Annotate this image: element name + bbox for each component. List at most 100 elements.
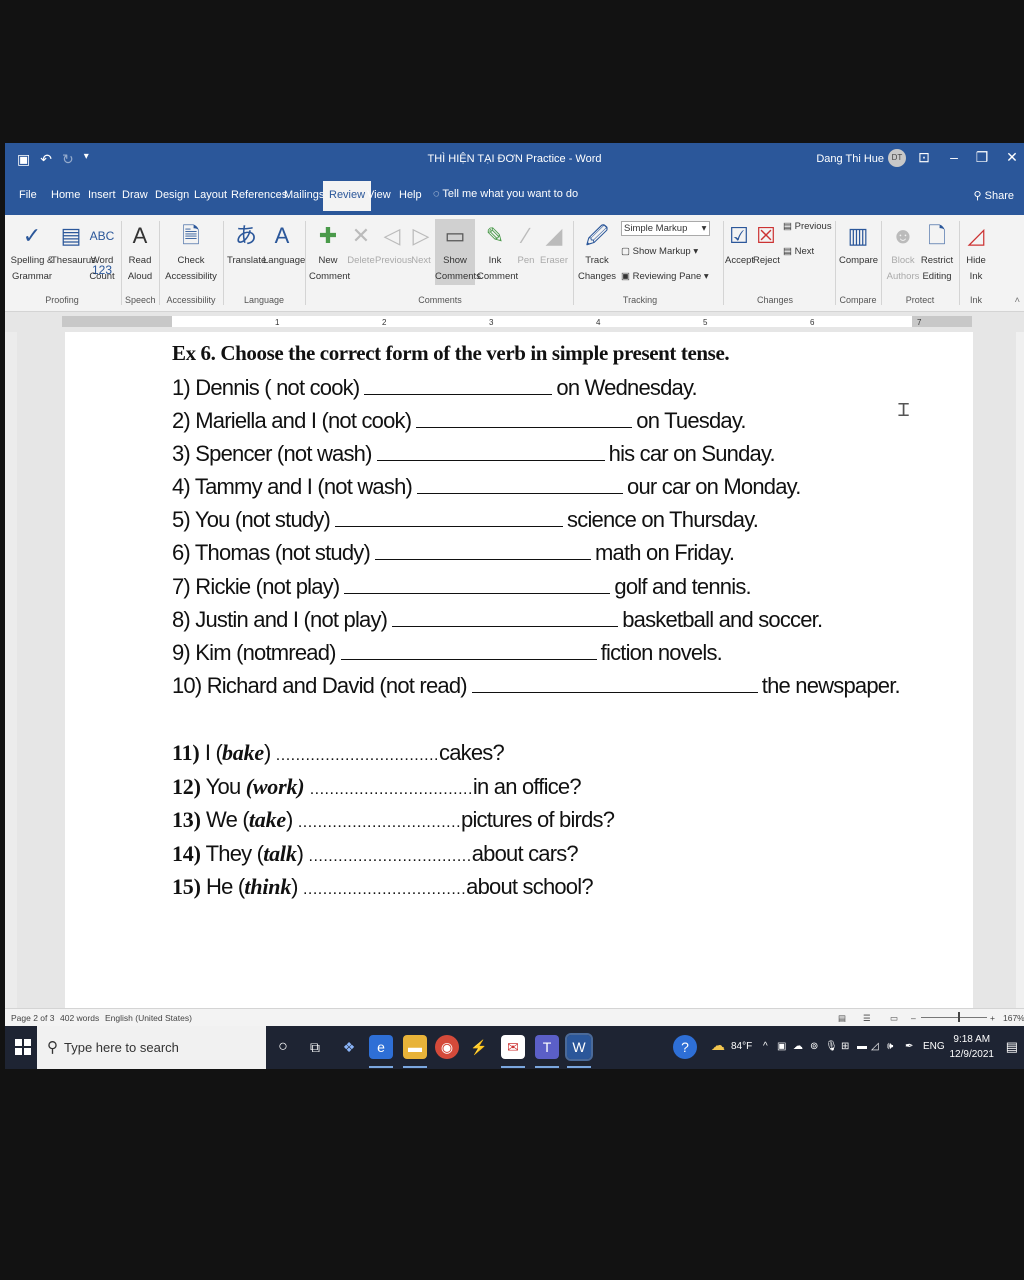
reviewing-pane-button[interactable]: ▣ Reviewing Pane ▾ <box>621 271 709 282</box>
ribbon-display-options-icon[interactable]: ⊡ <box>914 149 934 166</box>
pen-button[interactable]: ∕ Pen <box>515 219 537 269</box>
word-taskbar-icon[interactable]: W <box>565 1033 593 1061</box>
tab-insert[interactable]: Insert <box>88 189 116 201</box>
answer-blank[interactable] <box>375 539 591 561</box>
eraser-button[interactable]: ◢ Eraser <box>539 219 569 269</box>
reject-button[interactable]: ☒ Reject <box>753 219 780 269</box>
tell-me-search[interactable]: ◌ Tell me what you want to do <box>433 188 578 200</box>
weather-temperature[interactable]: 84°F <box>731 1041 752 1052</box>
tab-design[interactable]: Design <box>155 189 189 201</box>
answer-dots[interactable]: ................................. <box>309 848 472 865</box>
tab-review[interactable]: Review <box>323 181 372 211</box>
horizontal-ruler[interactable]: 1 2 3 4 5 6 7 <box>5 312 1024 332</box>
document-body[interactable]: Ex 6. Choose the correct form of the ver… <box>172 338 901 904</box>
zoom-in-icon[interactable]: + <box>990 1013 995 1023</box>
input-language[interactable]: ENG <box>923 1041 945 1052</box>
taskbar-search-box[interactable]: ⚲ Type here to search <box>37 1026 266 1069</box>
print-layout-icon[interactable]: ☰ <box>863 1013 871 1024</box>
answer-blank[interactable] <box>364 374 553 395</box>
collapse-ribbon-icon[interactable]: ˄ <box>1014 295 1020 306</box>
help-icon[interactable]: ? <box>673 1035 697 1059</box>
tab-file[interactable]: File <box>19 189 37 201</box>
answer-blank[interactable] <box>335 506 564 528</box>
microphone-icon[interactable]: 🎙 <box>825 1041 838 1052</box>
tab-draw[interactable]: Draw <box>122 189 148 201</box>
answer-blank[interactable] <box>340 639 597 660</box>
chrome-icon[interactable]: ◉ <box>435 1035 459 1059</box>
notifications-icon[interactable]: ▤ <box>1006 1039 1018 1055</box>
answer-blank[interactable] <box>471 672 758 693</box>
previous-change-button[interactable]: ▤ Previous <box>783 221 832 232</box>
language-button[interactable]: A Language <box>263 219 305 269</box>
read-aloud-button[interactable]: A Read Aloud <box>125 219 155 285</box>
show-comments-button[interactable]: ▭ Show Comments <box>435 219 481 285</box>
answer-blank[interactable] <box>376 440 605 462</box>
tab-home[interactable]: Home <box>51 189 80 201</box>
tray-app-icon[interactable]: ▣ <box>777 1041 786 1052</box>
zoom-slider[interactable] <box>921 1017 987 1018</box>
translate-button[interactable]: あ Translate <box>227 219 266 269</box>
volume-icon[interactable]: 🕪 <box>887 1041 893 1052</box>
file-explorer-icon[interactable]: ▬ <box>403 1035 427 1059</box>
answer-dots[interactable]: ................................. <box>298 814 461 831</box>
language-indicator[interactable]: English (United States) <box>105 1013 192 1023</box>
network-icon[interactable]: ◿ <box>871 1041 879 1052</box>
close-icon[interactable]: ✕ <box>1002 149 1022 166</box>
zoom-slider-thumb[interactable] <box>958 1012 960 1022</box>
task-view-icon[interactable]: ⧉ <box>303 1035 327 1059</box>
cloud-icon[interactable]: ☁ <box>793 1041 803 1052</box>
word-count-button[interactable]: ABC 123 Word Count <box>89 219 115 285</box>
answer-blank[interactable] <box>417 473 624 495</box>
tab-layout[interactable]: Layout <box>194 189 227 201</box>
check-accessibility-button[interactable]: 🗎 Check Accessibility <box>163 219 219 285</box>
tab-help[interactable]: Help <box>399 189 422 201</box>
teams-icon[interactable]: T <box>535 1035 559 1059</box>
answer-dots[interactable]: ................................. <box>310 781 473 798</box>
tray-ink-icon[interactable]: ⊚ <box>810 1041 818 1052</box>
share-button[interactable]: ⚲ Share <box>974 189 1014 202</box>
tab-view[interactable]: View <box>367 189 391 201</box>
edge-icon[interactable]: e <box>369 1035 393 1059</box>
accept-button[interactable]: ☑ Accept <box>725 219 754 269</box>
battery-icon[interactable]: ▬ <box>857 1041 867 1052</box>
dropbox-icon[interactable]: ❖ <box>337 1035 361 1059</box>
thesaurus-button[interactable]: ▤ Thesaurus <box>51 219 96 269</box>
tab-references[interactable]: References <box>231 189 287 201</box>
app-bolt-icon[interactable]: ⚡ <box>467 1035 491 1059</box>
web-layout-icon[interactable]: ▭ <box>890 1013 898 1024</box>
windows-start-icon[interactable] <box>15 1039 31 1055</box>
track-changes-button[interactable]: 🖉 Track Changes <box>577 219 617 285</box>
ink-comment-button[interactable]: ✎ Ink Comment <box>477 219 518 285</box>
compare-button[interactable]: ▥ Compare <box>839 219 878 269</box>
markup-select[interactable]: Simple Markup ▾ <box>621 221 711 236</box>
word-count-indicator[interactable]: 402 words <box>60 1013 99 1023</box>
minimize-icon[interactable]: – <box>944 149 964 165</box>
tab-mailings[interactable]: Mailings <box>284 189 324 201</box>
spelling-grammar-button[interactable]: ✓ Spelling & Grammar <box>9 219 55 285</box>
delete-comment-button[interactable]: ✕ Delete <box>347 219 375 269</box>
answer-blank[interactable] <box>416 407 633 429</box>
user-name[interactable]: Dang Thi Hue <box>816 153 884 165</box>
page-indicator[interactable]: Page 2 of 3 <box>11 1013 54 1023</box>
answer-dots[interactable]: ................................. <box>303 881 466 898</box>
vertical-scrollbar[interactable] <box>1016 332 1024 1008</box>
hide-ink-button[interactable]: ◿ Hide Ink <box>963 219 989 285</box>
tray-widget-icon[interactable]: ⊞ <box>841 1041 849 1052</box>
answer-dots[interactable]: ................................. <box>276 747 439 764</box>
pen-workspace-icon[interactable]: ✒ <box>905 1041 913 1052</box>
zoom-level[interactable]: 167% <box>1003 1013 1024 1023</box>
answer-blank[interactable] <box>392 606 619 627</box>
avatar[interactable]: DT <box>888 149 906 167</box>
next-comment-button[interactable]: ▷ Next <box>409 219 433 269</box>
cortana-icon[interactable]: ○ <box>271 1035 295 1059</box>
zalo-icon[interactable]: ✉ <box>501 1035 525 1059</box>
vertical-ruler[interactable] <box>5 332 17 1008</box>
system-clock[interactable]: 9:18 AM 12/9/2021 <box>950 1032 995 1062</box>
block-authors-button[interactable]: ☻ Block Authors <box>885 219 921 285</box>
next-change-button[interactable]: ▤ Next <box>783 246 814 257</box>
document-page[interactable]: Ex 6. Choose the correct form of the ver… <box>65 332 973 1008</box>
previous-comment-button[interactable]: ◁ Previous <box>375 219 412 269</box>
new-comment-button[interactable]: ✚ New Comment <box>309 219 350 285</box>
show-markup-button[interactable]: ▢ Show Markup ▾ <box>621 246 698 257</box>
restrict-editing-button[interactable]: 🗋 Restrict Editing <box>919 219 955 285</box>
